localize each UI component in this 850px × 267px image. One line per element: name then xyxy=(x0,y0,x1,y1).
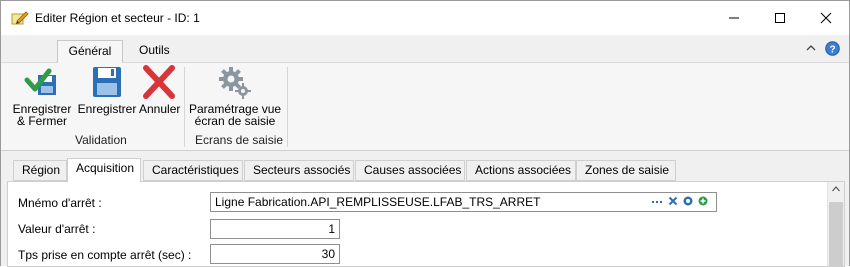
valeur-field[interactable]: 1 xyxy=(210,219,340,239)
editor-window: Editer Région et secteur - ID: 1 Général… xyxy=(0,0,850,267)
screen-settings-label: Paramétrage vue écran de saisie xyxy=(189,102,282,128)
collapse-ribbon-icon[interactable] xyxy=(805,42,817,54)
group-separator xyxy=(287,67,288,147)
close-button[interactable] xyxy=(803,1,849,35)
tab-actions-associees[interactable]: Actions associées xyxy=(466,160,576,181)
valeur-label: Valeur d'arrêt : xyxy=(18,222,96,236)
tab-zones-de-saisie[interactable]: Zones de saisie xyxy=(576,160,676,181)
save-label: Enregistrer xyxy=(77,102,137,116)
window-title: Editer Région et secteur - ID: 1 xyxy=(35,11,200,25)
save-button[interactable]: Enregistrer xyxy=(77,65,137,115)
ribbon-tab-general[interactable]: Général xyxy=(57,40,123,64)
mnemo-label: Mnémo d'arrêt : xyxy=(18,196,102,210)
form-tab-bar: Région Acquisition Caractéristiques Sect… xyxy=(1,158,849,183)
save-close-button[interactable]: Enregistrer & Fermer xyxy=(11,65,73,127)
minimize-button[interactable] xyxy=(711,1,757,35)
ribbon-tab-outils[interactable]: Outils xyxy=(127,40,182,64)
group-label-ecrans: Ecrans de saisie xyxy=(195,133,284,147)
tab-region[interactable]: Région xyxy=(13,160,67,181)
tab-causes-associees[interactable]: Causes associées xyxy=(355,160,465,181)
mnemo-value: Ligne Fabrication.API_REMPLISSEUSE.LFAB_… xyxy=(215,195,541,209)
svg-text:?: ? xyxy=(829,45,835,56)
save-close-icon xyxy=(24,68,56,95)
tps-label: Tps prise en compte arrêt (sec) : xyxy=(18,248,192,262)
add-icon[interactable] xyxy=(698,196,708,206)
title-bar: Editer Région et secteur - ID: 1 xyxy=(1,1,849,35)
cancel-label: Annuler xyxy=(139,102,181,116)
gears-icon xyxy=(219,67,251,99)
tab-secteurs-associes[interactable]: Secteurs associés xyxy=(244,160,354,181)
ribbon-panel: Enregistrer & Fermer Enregistrer Annuler… xyxy=(1,63,849,151)
maximize-icon xyxy=(775,13,785,23)
acquisition-panel: Mnémo d'arrêt : Ligne Fabrication.API_RE… xyxy=(7,181,845,267)
ellipsis-icon[interactable] xyxy=(651,196,663,206)
ribbon-tab-bar: Général Outils ? xyxy=(1,35,849,64)
floppy-disk-icon xyxy=(93,67,121,97)
minimize-icon xyxy=(729,17,739,19)
tab-acquisition[interactable]: Acquisition xyxy=(67,158,141,183)
help-icon[interactable]: ? xyxy=(825,41,840,56)
mnemo-field[interactable]: Ligne Fabrication.API_REMPLISSEUSE.LFAB_… xyxy=(210,192,717,212)
close-icon xyxy=(820,12,832,24)
vertical-scrollbar[interactable] xyxy=(827,182,844,266)
cancel-button[interactable]: Annuler xyxy=(139,65,181,116)
edit-pencil-icon xyxy=(11,11,29,25)
browse-icon[interactable] xyxy=(683,196,693,206)
red-x-icon xyxy=(143,65,175,99)
scroll-up-icon[interactable] xyxy=(832,186,840,192)
clear-icon[interactable] xyxy=(668,196,678,206)
group-separator xyxy=(184,67,185,147)
save-close-label: Enregistrer & Fermer xyxy=(12,102,72,128)
tps-field[interactable]: 30 xyxy=(210,244,340,264)
mnemo-actions xyxy=(651,196,708,206)
tab-caracteristiques[interactable]: Caractéristiques xyxy=(143,160,243,181)
scroll-thumb[interactable] xyxy=(829,202,843,266)
maximize-button[interactable] xyxy=(757,1,803,35)
group-label-validation: Validation xyxy=(75,133,127,147)
screen-settings-button[interactable]: Paramétrage vue écran de saisie xyxy=(189,65,281,127)
